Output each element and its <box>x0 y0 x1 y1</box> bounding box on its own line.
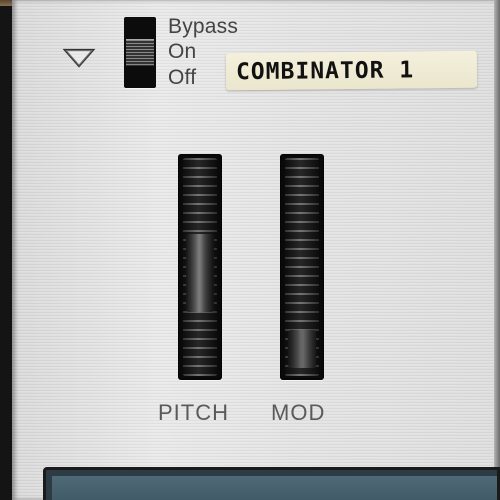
mode-label-bypass: Bypass <box>168 15 239 38</box>
triangle-down-icon <box>62 48 96 68</box>
mode-label-on: On <box>168 40 197 63</box>
fold-toggle-button[interactable] <box>62 42 96 72</box>
pitch-wheel[interactable] <box>183 158 217 376</box>
switch-knob[interactable] <box>126 39 154 66</box>
pitch-wheel-label: PITCH <box>158 400 229 425</box>
bypass-on-off-switch[interactable] <box>124 17 156 88</box>
mode-label-off: Off <box>168 66 197 89</box>
device-name-tape[interactable]: COMBINATOR 1 <box>225 50 478 91</box>
pitch-wheel-slot <box>178 154 222 380</box>
lcd-display <box>43 467 500 500</box>
device-name: COMBINATOR 1 <box>235 56 415 85</box>
mod-wheel[interactable] <box>285 158 319 376</box>
rack-rail <box>494 0 500 500</box>
mod-wheel-slot <box>280 154 324 380</box>
mod-wheel-label: MOD <box>271 400 326 425</box>
combinator-device: Bypass On Off COMBINATOR 1 PITCH MOD <box>0 0 500 500</box>
